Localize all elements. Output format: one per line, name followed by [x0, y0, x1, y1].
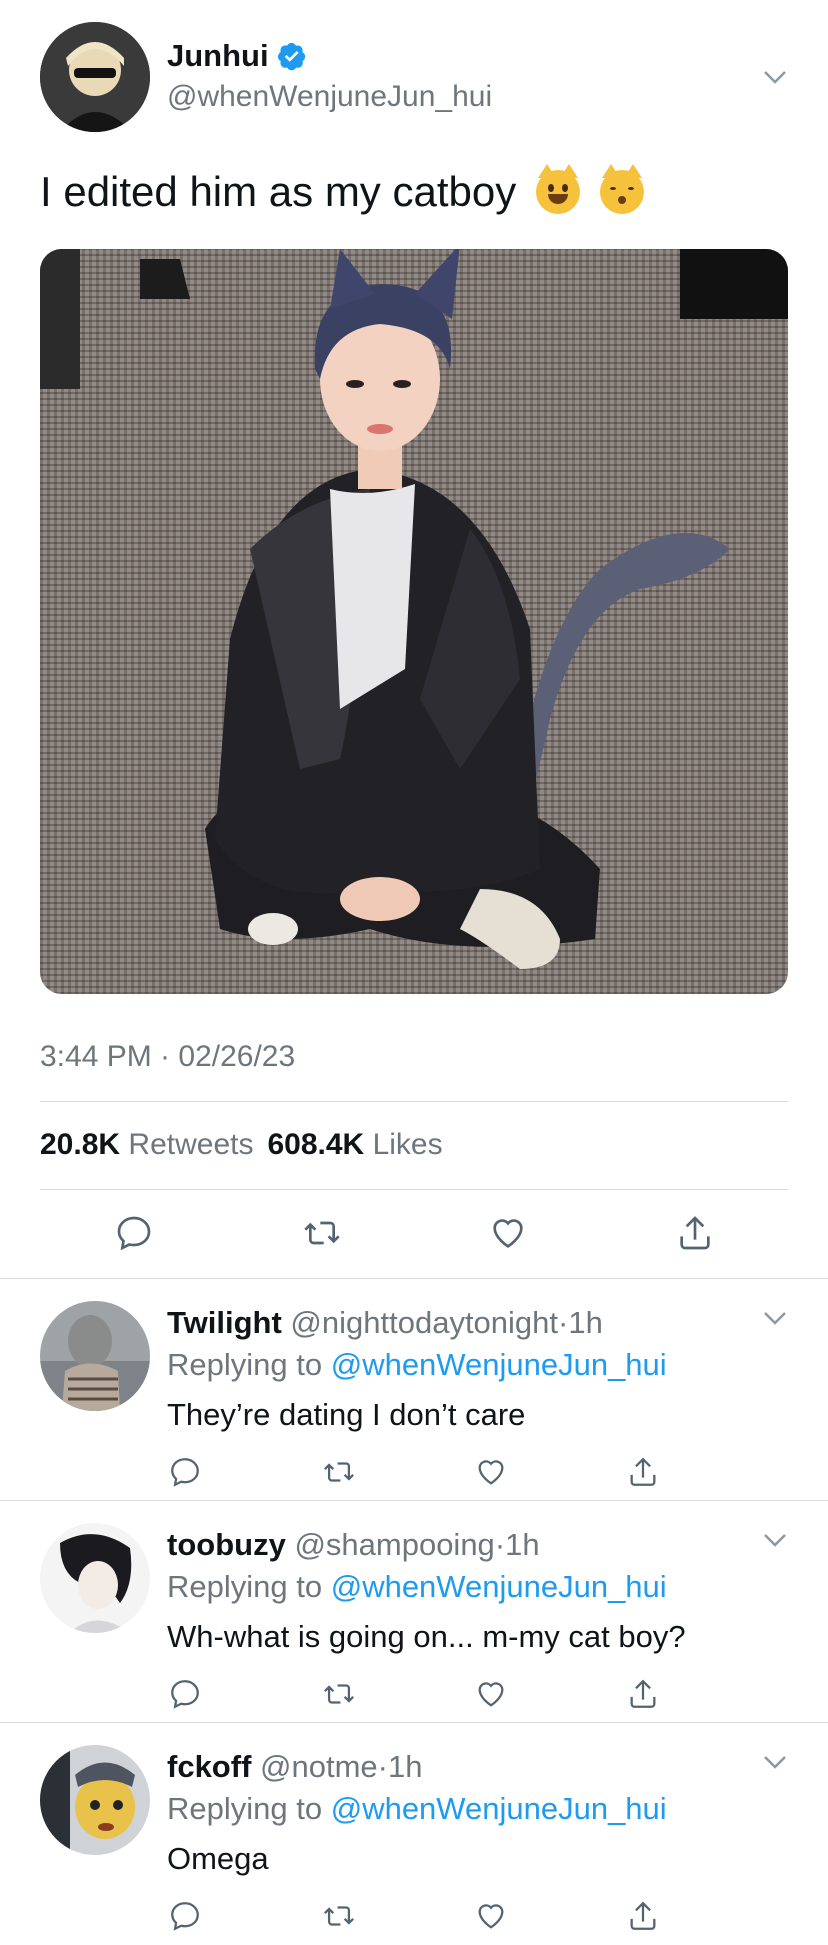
- reply-mention-link[interactable]: @whenWenjuneJun_hui: [331, 1791, 667, 1826]
- retweets-count: 20.8K: [40, 1128, 121, 1161]
- replying-to: Replying to @whenWenjuneJun_hui: [167, 1347, 667, 1383]
- reply-icon[interactable]: [168, 1677, 202, 1711]
- tweet-timestamp[interactable]: 3:44 PM · 02/26/23: [40, 1040, 295, 1074]
- retweet-icon[interactable]: [322, 1455, 356, 1489]
- verified-badge-icon: [277, 42, 305, 71]
- engagement-stats: 20.8K Retweets 608.4K Likes: [40, 1128, 443, 1162]
- chevron-down-icon[interactable]: [760, 1525, 790, 1555]
- reply-author-name[interactable]: fckoff: [167, 1749, 251, 1784]
- reply-time: 1h: [505, 1527, 540, 1562]
- reply-icon[interactable]: [168, 1455, 202, 1489]
- heart-icon[interactable]: [474, 1677, 508, 1711]
- chevron-down-icon[interactable]: [760, 62, 790, 92]
- reply-time: 1h: [568, 1305, 603, 1340]
- reply-header: fckoff @notme·1h: [167, 1749, 423, 1784]
- heart-icon[interactable]: [474, 1455, 508, 1489]
- retweets-label: Retweets: [128, 1128, 254, 1161]
- reply-time: 1h: [387, 1749, 423, 1784]
- reply-mention-link[interactable]: @whenWenjuneJun_hui: [331, 1347, 667, 1382]
- reply-icon[interactable]: [168, 1899, 202, 1933]
- reply-tweet[interactable]: toobuzy @shampooing·1h Replying to @when…: [0, 1501, 828, 1723]
- author-avatar[interactable]: [40, 22, 150, 132]
- replying-to: Replying to @whenWenjuneJun_hui: [167, 1791, 667, 1827]
- divider: [40, 1101, 788, 1102]
- divider: [40, 1189, 788, 1190]
- author-handle[interactable]: @whenWenjuneJun_hui: [167, 80, 492, 114]
- reply-mention-link[interactable]: @whenWenjuneJun_hui: [331, 1569, 667, 1604]
- reply-author-handle[interactable]: @notme: [260, 1749, 378, 1784]
- retweet-icon[interactable]: [322, 1899, 356, 1933]
- author-name-row: Junhui: [167, 38, 307, 74]
- reply-author-handle[interactable]: @nighttodaytonight: [290, 1305, 558, 1340]
- tweet-photo[interactable]: [40, 249, 788, 994]
- heart-icon[interactable]: [488, 1213, 528, 1253]
- reply-header: toobuzy @shampooing·1h: [167, 1527, 540, 1562]
- reply-avatar[interactable]: [40, 1301, 150, 1411]
- tweet-text-content: I edited him as my catboy: [40, 168, 517, 215]
- heart-icon[interactable]: [474, 1899, 508, 1933]
- share-icon[interactable]: [626, 1899, 660, 1933]
- kissing-cat-emoji: [600, 164, 645, 214]
- chevron-down-icon[interactable]: [760, 1747, 790, 1777]
- reply-author-handle[interactable]: @shampooing: [294, 1527, 494, 1562]
- reply-avatar[interactable]: [40, 1523, 150, 1633]
- author-name[interactable]: Junhui: [167, 38, 269, 74]
- reply-text: Wh-what is going on... m-my cat boy?: [167, 1619, 686, 1654]
- replying-to: Replying to @whenWenjuneJun_hui: [167, 1569, 667, 1605]
- share-icon[interactable]: [626, 1677, 660, 1711]
- retweets-stat[interactable]: 20.8K Retweets: [40, 1128, 253, 1162]
- retweet-icon[interactable]: [322, 1677, 356, 1711]
- likes-count: 608.4K: [267, 1128, 365, 1161]
- reply-author-name[interactable]: toobuzy: [167, 1527, 286, 1562]
- reply-header: Twilight @nighttodaytonight·1h: [167, 1305, 603, 1340]
- reply-author-name[interactable]: Twilight: [167, 1305, 282, 1340]
- likes-label: Likes: [372, 1128, 443, 1161]
- photo-content: [40, 249, 788, 969]
- chevron-down-icon[interactable]: [760, 1303, 790, 1333]
- share-icon[interactable]: [626, 1455, 660, 1489]
- replying-to-label: Replying to: [167, 1569, 323, 1604]
- replying-to-label: Replying to: [167, 1347, 323, 1382]
- reply-avatar[interactable]: [40, 1745, 150, 1855]
- reply-icon[interactable]: [114, 1213, 154, 1253]
- tweet-text: I edited him as my catboy: [40, 164, 645, 216]
- replying-to-label: Replying to: [167, 1791, 323, 1826]
- reply-text: They’re dating I don’t care: [167, 1397, 526, 1432]
- reply-tweet[interactable]: Twilight @nighttodaytonight·1h Replying …: [0, 1279, 828, 1501]
- likes-stat[interactable]: 608.4K Likes: [267, 1128, 442, 1162]
- reply-text: Omega: [167, 1841, 269, 1876]
- retweet-icon[interactable]: [302, 1213, 342, 1253]
- share-icon[interactable]: [675, 1213, 715, 1253]
- tweet-actions: [0, 1213, 828, 1253]
- grinning-cat-emoji: [536, 164, 581, 214]
- reply-tweet[interactable]: fckoff @notme·1h Replying to @whenWenjun…: [0, 1723, 828, 1945]
